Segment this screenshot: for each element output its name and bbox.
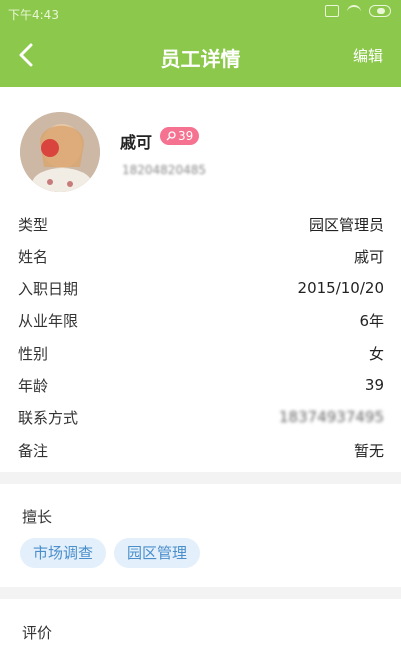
section-divider — [0, 472, 401, 484]
detail-label: 姓名 — [18, 247, 49, 266]
detail-row-contact[interactable]: 联系方式 18374937495 — [18, 405, 384, 429]
detail-value: 女 — [368, 344, 384, 363]
skills-title: 擅长 — [22, 508, 53, 526]
edit-button[interactable]: 编辑 — [353, 45, 383, 66]
detail-value: 园区管理员 — [308, 215, 384, 234]
detail-label: 年龄 — [18, 376, 49, 395]
age-badge-text: 39 — [178, 129, 194, 143]
detail-value: 18374937495 — [279, 408, 384, 426]
age-badge: 39 — [160, 127, 200, 145]
status-bar: 下午4:43 — [0, 0, 401, 26]
detail-label: 性别 — [18, 344, 49, 363]
detail-value: 6年 — [359, 311, 384, 330]
detail-row-name: 姓名 戚可 — [18, 244, 384, 268]
battery-icon — [369, 5, 391, 17]
detail-row-age: 年龄 39 — [18, 373, 384, 397]
detail-value: 39 — [364, 376, 384, 394]
employee-name: 戚可 — [120, 133, 153, 152]
detail-value: 暂无 — [353, 441, 384, 460]
detail-row-experience: 从业年限 6年 — [18, 308, 384, 332]
status-icons — [325, 5, 391, 17]
skill-tag[interactable]: 园区管理 — [114, 538, 201, 568]
page-title: 员工详情 — [160, 47, 241, 71]
wifi-icon — [347, 5, 361, 17]
profile-card: 戚可 39 18204820485 — [0, 87, 401, 207]
female-icon — [166, 131, 176, 141]
skill-tag[interactable]: 市场调查 — [20, 538, 107, 568]
avatar-image — [20, 112, 100, 192]
skills-section: 擅长 市场调查 园区管理 — [0, 484, 401, 587]
detail-row-gender: 性别 女 — [18, 341, 384, 365]
detail-label: 备注 — [18, 441, 49, 460]
status-time: 下午4:43 — [8, 8, 59, 22]
skill-tags: 市场调查 园区管理 — [20, 538, 201, 568]
detail-label: 类型 — [18, 215, 49, 234]
detail-value: 戚可 — [353, 247, 384, 266]
masked-phone: 18204820485 — [122, 163, 206, 177]
detail-label: 联系方式 — [18, 408, 79, 427]
detail-row-hire-date: 入职日期 2015/10/20 — [18, 276, 384, 300]
detail-label: 从业年限 — [18, 311, 79, 330]
section-divider — [0, 587, 401, 599]
detail-row-type: 类型 园区管理员 — [18, 212, 384, 236]
avatar[interactable] — [20, 112, 100, 192]
detail-list: 类型 园区管理员 姓名 戚可 入职日期 2015/10/20 从业年限 6年 性… — [0, 207, 401, 472]
detail-row-notes: 备注 暂无 — [18, 438, 384, 462]
detail-label: 入职日期 — [18, 279, 79, 298]
notification-icon — [325, 5, 339, 17]
reviews-section: 评价 — [0, 599, 401, 657]
reviews-title: 评价 — [22, 624, 53, 642]
app-header: 下午4:43 员工详情 编辑 — [0, 0, 401, 87]
detail-value: 2015/10/20 — [297, 279, 384, 297]
